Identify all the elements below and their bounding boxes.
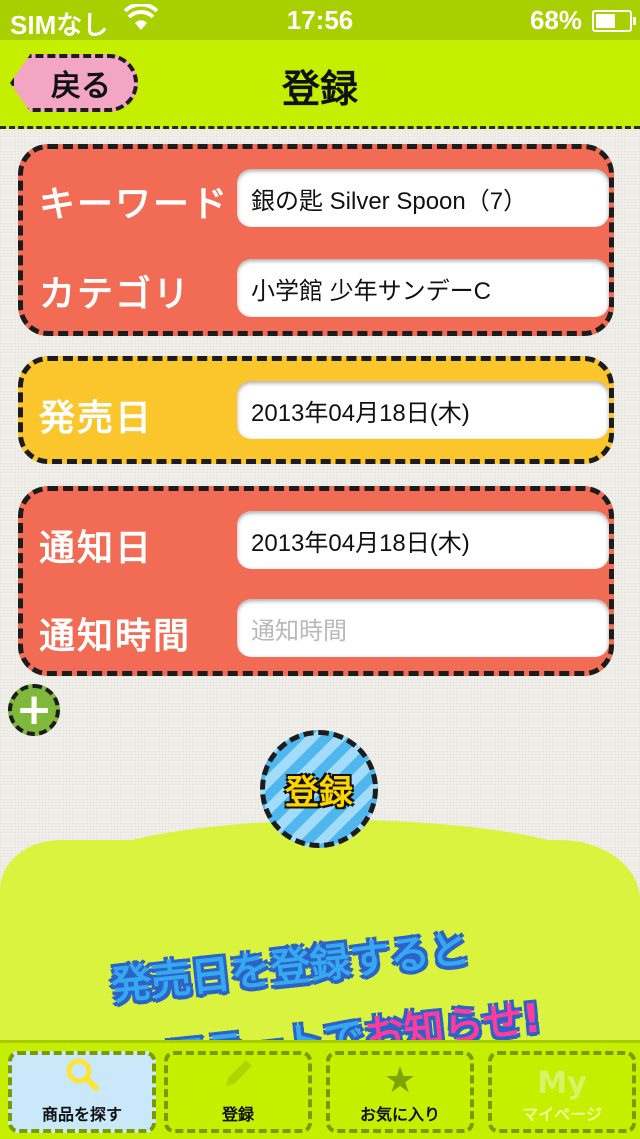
notify-card: 通知日 2013年04月18日(木) 通知時間 通知時間 (18, 486, 614, 676)
tab-mypage-label: マイページ (522, 1105, 602, 1124)
notify-time-label: 通知時間 (39, 616, 192, 657)
nav-bar: 戻る 登録 (0, 40, 640, 129)
notify-time-field[interactable]: 通知時間 (237, 599, 609, 657)
tab-favorites[interactable]: ★ お気に入り (326, 1051, 474, 1133)
notify-date-label: 通知日 (39, 528, 154, 569)
search-icon (62, 1056, 102, 1099)
keyword-card: キーワード 銀の匙 Silver Spoon（7） カテゴリ 小学館 少年サンデ… (18, 144, 614, 336)
release-date-field[interactable]: 2013年04月18日(木) (237, 381, 609, 439)
category-label: カテゴリ (39, 274, 192, 315)
battery-icon (592, 10, 636, 32)
tab-favorites-label: お気に入り (359, 1105, 440, 1124)
release-label: 発売日 (39, 398, 154, 439)
category-field[interactable]: 小学館 少年サンデーC (237, 259, 609, 317)
page-title: 登録 (281, 67, 358, 111)
keyword-label: キーワード (39, 184, 230, 225)
tab-mypage[interactable]: My マイページ (488, 1051, 636, 1133)
battery-percent: 68% (529, 5, 582, 35)
status-bar: SIMなし 17:56 68% (0, 0, 640, 40)
pencil-icon (218, 1056, 258, 1099)
tab-register-label: 登録 (221, 1105, 254, 1124)
tab-search[interactable]: 商品を探す (8, 1051, 156, 1133)
tab-register[interactable]: 登録 (164, 1051, 312, 1133)
star-icon: ★ (383, 1060, 417, 1101)
notify-date-field[interactable]: 2013年04月18日(木) (237, 511, 609, 569)
register-button[interactable]: 登録 (260, 730, 378, 848)
tab-search-label: 商品を探す (41, 1105, 122, 1124)
tab-bar: 商品を探す 登録 ★ お気に入り My マイページ (0, 1040, 640, 1139)
my-icon: My (537, 1066, 587, 1101)
release-card: 発売日 2013年04月18日(木) (18, 356, 614, 464)
add-button[interactable]: + (8, 684, 60, 736)
keyword-field[interactable]: 銀の匙 Silver Spoon（7） (237, 169, 609, 227)
